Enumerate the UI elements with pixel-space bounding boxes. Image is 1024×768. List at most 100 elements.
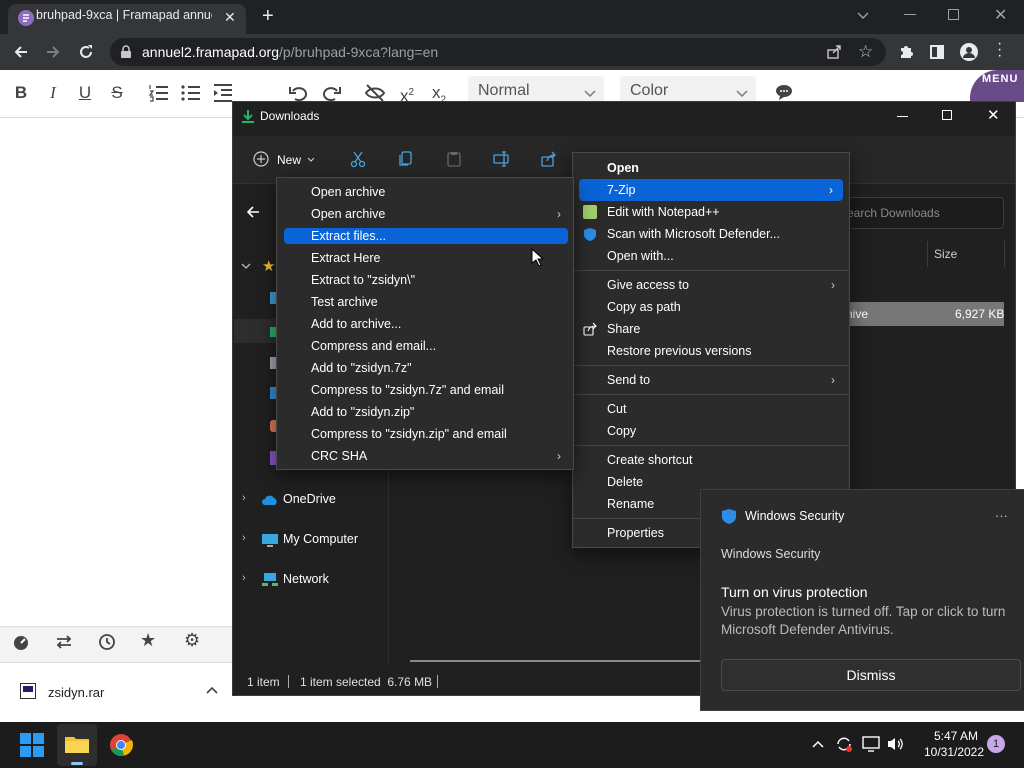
- url-text[interactable]: annuel2.framapad.org/p/bruhpad-9xca?lang…: [142, 44, 438, 60]
- rename-icon[interactable]: [493, 151, 511, 167]
- nav-onedrive[interactable]: OneDrive: [283, 492, 336, 506]
- quick-access-star-icon[interactable]: ★: [262, 257, 275, 275]
- chevron-right-icon[interactable]: ›: [242, 492, 246, 504]
- sevenzip-item-open-archive[interactable]: Open archive: [277, 181, 573, 203]
- active-app-indicator: [71, 762, 83, 765]
- chevron-down-icon[interactable]: [307, 157, 315, 163]
- sevenzip-item-add-to-archive[interactable]: Add to archive...: [277, 313, 573, 335]
- lock-icon[interactable]: [120, 45, 132, 59]
- saved-revision-star-icon[interactable]: ★: [140, 630, 156, 651]
- underline-button[interactable]: U: [74, 82, 96, 104]
- computer-monitor-icon[interactable]: [261, 533, 279, 548]
- menu-item-send-to[interactable]: Send to ›: [573, 369, 849, 391]
- explorer-minimize-icon[interactable]: [897, 116, 908, 117]
- close-window-icon[interactable]: ✕: [994, 5, 1007, 25]
- explorer-maximize-icon[interactable]: [942, 110, 952, 120]
- ordered-list-icon[interactable]: [148, 82, 170, 104]
- new-button[interactable]: New: [277, 153, 301, 167]
- menu-item-7zip[interactable]: 7-Zip ›: [579, 179, 843, 201]
- sevenzip-item-extract-to[interactable]: Extract to "zsidyn\": [277, 269, 573, 291]
- new-tab-plus-icon[interactable]: +: [262, 5, 274, 28]
- chevron-up-icon[interactable]: [206, 686, 218, 694]
- explorer-close-icon[interactable]: ✕: [987, 106, 1000, 124]
- sevenzip-item-extract-here[interactable]: Extract Here: [277, 247, 573, 269]
- dashboard-gauge-icon[interactable]: [12, 633, 30, 651]
- start-windows-icon[interactable]: [20, 733, 44, 757]
- extensions-puzzle-icon[interactable]: [898, 44, 914, 60]
- share-icon[interactable]: [826, 44, 842, 60]
- back-arrow-icon[interactable]: [245, 205, 261, 219]
- tab-close-icon[interactable]: ✕: [224, 9, 236, 26]
- paste-icon[interactable]: [446, 151, 462, 167]
- download-file-name[interactable]: zsidyn.rar: [48, 685, 104, 700]
- chevron-up-icon[interactable]: [812, 740, 824, 748]
- minimize-icon[interactable]: [904, 14, 916, 15]
- sevenzip-item-add-7z[interactable]: Add to "zsidyn.7z": [277, 357, 573, 379]
- restore-icon[interactable]: [948, 9, 959, 20]
- column-separator[interactable]: [927, 241, 928, 267]
- volume-speaker-icon[interactable]: [886, 736, 904, 752]
- notification-badge[interactable]: 1: [987, 735, 1005, 753]
- network-icon[interactable]: [261, 572, 279, 587]
- cut-scissors-icon[interactable]: [349, 150, 367, 168]
- sevenzip-item-open-archive-sub[interactable]: Open archive ›: [277, 203, 573, 225]
- forward-arrow-icon[interactable]: [44, 43, 62, 61]
- copy-icon[interactable]: [398, 151, 414, 167]
- chrome-taskbar-icon[interactable]: [109, 733, 133, 757]
- chevron-right-icon[interactable]: ›: [242, 572, 246, 584]
- menu-item-open[interactable]: Open: [573, 157, 849, 179]
- timeslider-history-icon[interactable]: [98, 633, 116, 651]
- chevron-right-icon[interactable]: ›: [242, 532, 246, 544]
- new-plus-circle-icon[interactable]: [253, 151, 269, 167]
- sevenzip-item-compress-zip-email[interactable]: Compress to "zsidyn.zip" and email: [277, 423, 573, 445]
- strikethrough-button[interactable]: S: [106, 82, 128, 104]
- menu-item-edit-notepad[interactable]: Edit with Notepad++: [573, 201, 849, 223]
- menu-separator: [573, 270, 849, 271]
- sevenzip-item-add-zip[interactable]: Add to "zsidyn.zip": [277, 401, 573, 423]
- nav-my-computer[interactable]: My Computer: [283, 532, 358, 546]
- sevenzip-item-compress-7z-email[interactable]: Compress to "zsidyn.7z" and email: [277, 379, 573, 401]
- menu-item-share[interactable]: Share: [573, 318, 849, 340]
- file-explorer-taskbar-button[interactable]: [57, 724, 97, 766]
- menu-item-restore-versions[interactable]: Restore previous versions: [573, 340, 849, 362]
- menu-item-give-access[interactable]: Give access to ›: [573, 274, 849, 296]
- bookmark-star-icon[interactable]: ☆: [858, 42, 873, 62]
- horizontal-scrollbar[interactable]: [410, 660, 706, 662]
- menu-item-scan-defender[interactable]: Scan with Microsoft Defender...: [573, 223, 849, 245]
- chrome-menu-kebab-icon[interactable]: · · ·: [997, 36, 1002, 64]
- sync-alert-icon[interactable]: [835, 735, 853, 753]
- import-export-icon[interactable]: [55, 633, 73, 651]
- reload-icon[interactable]: [77, 43, 95, 61]
- toast-more-options-icon[interactable]: ···: [995, 508, 1008, 523]
- menu-item-open-with[interactable]: Open with...: [573, 245, 849, 267]
- menu-item-copy-path[interactable]: Copy as path: [573, 296, 849, 318]
- italic-button[interactable]: I: [42, 82, 64, 104]
- onedrive-cloud-icon[interactable]: [261, 494, 279, 506]
- bold-button[interactable]: B: [10, 82, 32, 104]
- profile-avatar[interactable]: [960, 43, 978, 61]
- sevenzip-item-crc-sha[interactable]: CRC SHA ›: [277, 445, 573, 467]
- column-separator[interactable]: [1004, 241, 1005, 267]
- nav-network[interactable]: Network: [283, 572, 329, 586]
- settings-gear-icon[interactable]: ⚙: [184, 630, 200, 651]
- menu-item-copy[interactable]: Copy: [573, 420, 849, 442]
- sevenzip-item-extract-files[interactable]: Extract files...: [284, 228, 568, 244]
- side-panel-icon[interactable]: [930, 45, 944, 59]
- sevenzip-item-compress-email[interactable]: Compress and email...: [277, 335, 573, 357]
- toast-dismiss-button[interactable]: Dismiss: [721, 659, 1021, 691]
- clock-time[interactable]: 5:47 AM: [916, 729, 996, 743]
- back-arrow-icon[interactable]: [12, 43, 30, 61]
- menu-item-cut[interactable]: Cut: [573, 398, 849, 420]
- clock-date[interactable]: 10/31/2022: [912, 745, 996, 759]
- unordered-list-icon[interactable]: [180, 82, 202, 104]
- chevron-down-icon[interactable]: [241, 262, 251, 270]
- tab-search-chevron-icon[interactable]: [856, 8, 870, 22]
- indent-icon[interactable]: [212, 82, 234, 104]
- size-column-header[interactable]: Size: [934, 247, 957, 261]
- menu-item-create-shortcut[interactable]: Create shortcut: [573, 449, 849, 471]
- pad-editor-area[interactable]: [0, 118, 234, 626]
- sevenzip-item-test-archive[interactable]: Test archive: [277, 291, 573, 313]
- search-downloads-input[interactable]: earch Downloads: [836, 197, 1004, 229]
- network-monitor-icon[interactable]: [862, 736, 880, 752]
- share-arrow-icon[interactable]: [541, 151, 557, 167]
